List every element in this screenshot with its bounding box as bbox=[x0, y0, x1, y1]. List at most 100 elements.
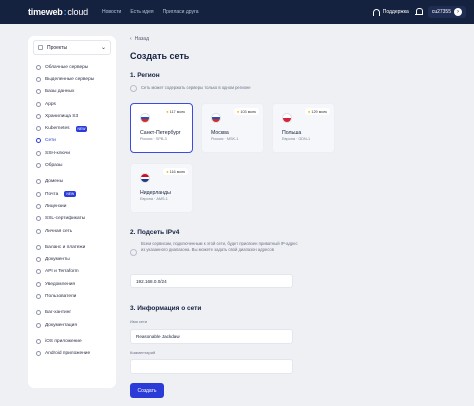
sidebar-item[interactable]: Выделенные серверы bbox=[28, 73, 116, 85]
sidebar-item-icon bbox=[36, 351, 41, 357]
chevron-left-icon: ‹ bbox=[130, 36, 132, 42]
chevron-right-icon: › bbox=[454, 8, 462, 16]
subnet-input[interactable]: 192.168.0.0/24 bbox=[130, 274, 293, 288]
sidebar-item[interactable]: Домены bbox=[28, 176, 116, 188]
sidebar-item-icon bbox=[36, 138, 41, 144]
region-card[interactable]: ● 116 мсек Нидерланды Европа · AMS-1 bbox=[130, 163, 193, 213]
sidebar-item-icon bbox=[36, 89, 41, 95]
sidebar-item-label: SSH-ключи bbox=[45, 150, 71, 156]
region-list: ● 117 мсек Санкт-Петербург Россия · SPB-3 ● 1… bbox=[130, 103, 350, 215]
sidebar-item-label: iOS приложение bbox=[45, 338, 82, 344]
top-bar: timeweb:cloud Новости Есть идея Пригласи… bbox=[0, 0, 474, 24]
logo-text: timeweb bbox=[28, 7, 63, 17]
sidebar-item-icon bbox=[36, 228, 41, 234]
sidebar-item-icon bbox=[36, 269, 41, 275]
sidebar-item[interactable]: Личная сеть bbox=[28, 225, 116, 237]
sidebar-item[interactable]: Облачные серверы bbox=[28, 61, 116, 73]
projects-dropdown[interactable]: Проекты ⌄ bbox=[33, 40, 111, 55]
region-code: Россия · SPB-3 bbox=[140, 137, 167, 141]
account-button[interactable]: cu27355 › bbox=[427, 6, 466, 18]
sidebar-item[interactable]: Баланс и платежи bbox=[28, 241, 116, 253]
sidebar: Проекты ⌄ Облачные серверы Выделенные сер… bbox=[28, 36, 116, 388]
sidebar-item-icon bbox=[36, 101, 41, 107]
sidebar-item-label: Баг-хантинг bbox=[45, 310, 72, 316]
sidebar-item[interactable]: SSH-ключи bbox=[28, 147, 116, 159]
sidebar-item[interactable]: Документация bbox=[28, 319, 116, 331]
sidebar-item-icon bbox=[36, 191, 41, 197]
sidebar-item-label: Хранилища S3 bbox=[45, 113, 79, 119]
region-name: Санкт-Петербург bbox=[140, 130, 181, 136]
chevron-down-icon: ⌄ bbox=[100, 45, 106, 51]
bell-icon[interactable] bbox=[414, 8, 423, 16]
sidebar-item-icon bbox=[36, 338, 41, 344]
sidebar-item-label: Лицензии bbox=[45, 203, 67, 209]
sidebar-item[interactable]: API и Terraform bbox=[28, 266, 116, 278]
sidebar-item[interactable]: Хранилища S3 bbox=[28, 110, 116, 122]
comment-input[interactable] bbox=[130, 359, 293, 374]
nav-news[interactable]: Новости bbox=[102, 9, 121, 15]
region-hint-text: Сеть может содержать серверы только в од… bbox=[141, 85, 251, 90]
region-code: Европа · GDN-1 bbox=[282, 137, 311, 141]
flag-icon bbox=[282, 113, 292, 123]
subnet-radio[interactable] bbox=[130, 249, 137, 256]
ping-badge: ● 116 мсек bbox=[163, 168, 188, 175]
sidebar-item-icon bbox=[36, 310, 41, 316]
sidebar-item[interactable]: Kubernetes NEW bbox=[28, 122, 116, 134]
sidebar-item[interactable]: Лицензии bbox=[28, 200, 116, 212]
sidebar-item[interactable]: Базы данных bbox=[28, 86, 116, 98]
ping-value: 116 мсек bbox=[169, 169, 185, 174]
sidebar-item[interactable]: Android приложение bbox=[28, 348, 116, 360]
region-name: Нидерланды bbox=[140, 190, 171, 196]
network-name-input[interactable]: Reasonable Jackdaw bbox=[130, 329, 293, 344]
sidebar-item-label: Документация bbox=[45, 322, 77, 328]
sidebar-item[interactable]: Документы bbox=[28, 253, 116, 265]
region-card[interactable]: ● 117 мсек Санкт-Петербург Россия · SPB-3 bbox=[130, 103, 193, 153]
sidebar-item-label: SSL-сертификаты bbox=[45, 216, 86, 222]
sidebar-item-label: Образы bbox=[45, 163, 63, 169]
signal-icon: ● bbox=[236, 109, 240, 114]
name-label: Имя сети bbox=[130, 319, 148, 324]
comment-label: Комментарий bbox=[130, 350, 156, 355]
sidebar-item-label: Уведомления bbox=[45, 281, 75, 287]
support-label: Поддержка bbox=[382, 9, 409, 15]
sidebar-item[interactable]: Баг-хантинг bbox=[28, 307, 116, 319]
main-content: ‹ Назад Создать сеть bbox=[124, 36, 464, 61]
sidebar-item-label: Пользователи bbox=[45, 293, 77, 299]
sidebar-item-label: Базы данных bbox=[45, 89, 75, 95]
sidebar-item-label: Документы bbox=[45, 257, 70, 263]
sidebar-item-icon bbox=[36, 216, 41, 222]
nav-idea[interactable]: Есть идея bbox=[130, 9, 153, 15]
sidebar-menu: Облачные серверы Выделенные серверы Базы д… bbox=[28, 61, 116, 360]
create-button[interactable]: Создать bbox=[130, 383, 164, 398]
sidebar-item[interactable]: Почта NEW bbox=[28, 188, 116, 200]
logo[interactable]: timeweb:cloud bbox=[28, 7, 88, 17]
signal-icon: ● bbox=[166, 109, 169, 114]
sidebar-item[interactable]: SSL-сертификаты bbox=[28, 213, 116, 225]
sidebar-item-icon bbox=[36, 64, 41, 70]
sidebar-item-label: Почта bbox=[45, 191, 59, 197]
sidebar-item[interactable]: iOS приложение bbox=[28, 335, 116, 347]
sidebar-item[interactable]: Пользователи bbox=[28, 290, 116, 302]
sidebar-item-label: Android приложение bbox=[45, 351, 91, 357]
region-card[interactable]: ● 129 мсек Польша Европа · GDN-1 bbox=[272, 103, 335, 153]
sidebar-item[interactable]: Образы bbox=[28, 159, 116, 171]
region-card[interactable]: ● 103 мсек Москва Россия · MSK-1 bbox=[201, 103, 264, 153]
sidebar-item[interactable]: Сети bbox=[28, 135, 116, 147]
info-section-title: 3. Информация о сети bbox=[130, 305, 202, 312]
ping-value: 129 мсек bbox=[311, 109, 327, 114]
back-link[interactable]: ‹ Назад bbox=[130, 36, 464, 42]
nav-invite[interactable]: Пригласи друга bbox=[163, 9, 199, 15]
sidebar-item[interactable]: Уведомления bbox=[28, 278, 116, 290]
sidebar-item-label: Баланс и платежи bbox=[45, 244, 86, 250]
sidebar-item-icon bbox=[36, 150, 41, 156]
region-name: Москва bbox=[211, 130, 229, 136]
sidebar-item-label: API и Terraform bbox=[45, 269, 79, 275]
logo-separator: : bbox=[63, 7, 67, 17]
sidebar-item-label: Личная сеть bbox=[45, 228, 73, 234]
sidebar-item-label: Kubernetes bbox=[45, 126, 70, 132]
sidebar-item[interactable]: Apps bbox=[28, 98, 116, 110]
sidebar-item-icon bbox=[36, 244, 41, 250]
ping-badge: ● 117 мсек bbox=[163, 108, 188, 115]
region-code: Европа · AMS-1 bbox=[140, 197, 168, 201]
support-button[interactable]: Поддержка bbox=[372, 8, 409, 16]
